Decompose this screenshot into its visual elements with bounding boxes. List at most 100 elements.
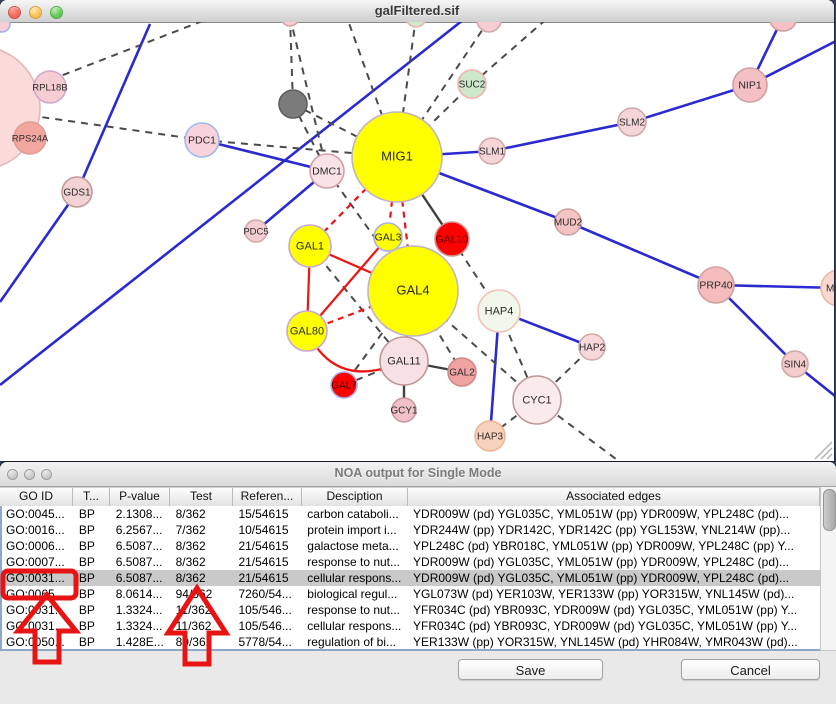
node-label: GAL3	[375, 232, 402, 244]
node-hap2[interactable]: HAP2	[579, 334, 606, 360]
table-cell: 21/54615	[234, 570, 303, 586]
table-cell: BP	[75, 618, 112, 634]
table-cell: 105/546...	[234, 602, 303, 618]
node-gal80[interactable]: GAL80	[287, 311, 327, 351]
node-msl5[interactable]: MSL5	[821, 270, 834, 306]
table-row[interactable]: GO:0006...BP6.5087...8/36221/54615galact…	[2, 538, 820, 554]
table-row[interactable]: GO:0045...BP2.1308...8/36215/54615carbon…	[2, 506, 820, 522]
edge-pp[interactable]	[492, 122, 632, 151]
table-cell: protein import i...	[303, 522, 409, 538]
table-cell: 7/362	[172, 522, 235, 538]
node-slm1[interactable]: SLM1	[479, 138, 506, 164]
table-cell: 8/362	[172, 554, 235, 570]
node-gcy1[interactable]: GCY1	[390, 398, 418, 422]
table-cell: BP	[75, 602, 112, 618]
node-pdc1[interactable]: PDC1	[185, 123, 219, 157]
node-gal11[interactable]: GAL11	[380, 337, 428, 385]
node-gal10[interactable]: GAL10	[435, 222, 469, 256]
node-cyc1[interactable]: CYC1	[513, 376, 561, 424]
network-canvas[interactable]: RPL18BRPS24AGDS1PDC1PDC5MIG1SUC2SLM1DMC1…	[0, 22, 834, 461]
results-table-body: GO:0045...BP2.1308...8/36215/54615carbon…	[0, 506, 820, 651]
table-cell: cellular respons...	[303, 618, 409, 634]
table-cell: GO:0031...	[2, 602, 75, 618]
table-cell: 11/362	[172, 618, 235, 634]
node-nip1[interactable]: NIP1	[733, 68, 767, 102]
edge-pp[interactable]	[568, 222, 716, 285]
cancel-button[interactable]: Cancel	[681, 659, 820, 680]
edge-pp[interactable]	[202, 140, 327, 171]
node-label: GDS1	[63, 188, 91, 199]
table-row[interactable]: GO:0031...BP1.3324...11/362105/546...cel…	[2, 618, 820, 634]
noa-window-title: NOA output for Single Mode	[0, 466, 836, 480]
table-cell: BP	[75, 570, 112, 586]
table-cell: YDR009W (pd) YGL035C, YML051W (pp) YDR00…	[409, 506, 820, 522]
node-label: SLM2	[619, 118, 646, 129]
node-sin4[interactable]: SIN4	[782, 351, 808, 377]
column-header-referen-[interactable]: Referen...	[233, 488, 302, 506]
table-row-selected[interactable]: GO:0031...BP6.5087...8/36221/54615cellul…	[2, 570, 820, 586]
table-cell: 1.428E...	[112, 634, 172, 650]
node-top-sliver-2[interactable]	[477, 22, 501, 32]
edge-pp[interactable]	[77, 24, 150, 192]
edge-pp[interactable]	[632, 85, 750, 122]
node-prp40[interactable]: PRP40	[698, 267, 734, 303]
table-cell: BP	[75, 538, 112, 554]
table-cell: GO:0031...	[2, 570, 75, 586]
table-cell: 5778/54...	[234, 634, 303, 650]
table-scrollbar-thumb[interactable]	[823, 489, 836, 531]
column-header-desciption[interactable]: Desciption	[302, 488, 408, 506]
node-label: NIP1	[738, 80, 762, 92]
table-cell: 11/362	[172, 602, 235, 618]
table-cell: 21/54615	[234, 554, 303, 570]
column-header-go-id[interactable]: GO ID	[0, 488, 73, 506]
node-label: GAL80	[290, 326, 324, 338]
table-cell: 105/546...	[234, 618, 303, 634]
node-top-sliver-1[interactable]	[281, 22, 299, 26]
column-header-t-[interactable]: T...	[73, 488, 110, 506]
network-window-titlebar[interactable]: galFiltered.sif	[0, 0, 834, 23]
table-cell: 15/54615	[234, 506, 303, 522]
node-gal7[interactable]: GAL7	[331, 372, 357, 398]
node-hap3[interactable]: HAP3	[475, 421, 505, 451]
column-header-p-value[interactable]: P-value	[110, 488, 170, 506]
column-header-test[interactable]: Test	[170, 488, 233, 506]
column-header-associated-edges[interactable]: Associated edges	[408, 488, 820, 506]
table-row[interactable]: GO:0007...BP6.5087...8/36221/54615respon…	[2, 554, 820, 570]
table-cell: BP	[75, 506, 112, 522]
table-cell: YDR009W (pd) YGL035C, YML051W (pp) YDR00…	[409, 570, 820, 586]
save-button[interactable]: Save	[458, 659, 603, 680]
node-pdc5[interactable]: PDC5	[243, 220, 268, 242]
node-hap4[interactable]: HAP4	[478, 290, 520, 332]
table-cell: carbon cataboli...	[303, 506, 409, 522]
table-row[interactable]: GO:0031...BP1.3324...11/362105/546...res…	[2, 602, 820, 618]
node-top-sliver-green[interactable]	[406, 22, 426, 27]
resize-grip-icon[interactable]	[809, 436, 833, 460]
node-gal2[interactable]: GAL2	[448, 358, 476, 386]
table-cell: 6.5087...	[112, 538, 172, 554]
node-gds1[interactable]: GDS1	[62, 177, 92, 207]
table-cell: YDR244W (pp) YDR142C, YDR142C (pp) YGL15…	[409, 522, 820, 538]
node-corner-tl[interactable]	[0, 22, 10, 32]
node-gray-node[interactable]	[279, 90, 307, 118]
edge-pp[interactable]	[0, 192, 77, 302]
node-rpl18b[interactable]: RPL18B	[32, 71, 67, 103]
node-mud2[interactable]: MUD2	[554, 209, 583, 235]
node-gal1[interactable]: GAL1	[289, 225, 331, 267]
table-scrollbar[interactable]	[820, 487, 836, 651]
noa-output-window: NOA output for Single Mode GO IDT...P-va…	[0, 462, 836, 704]
node-suc2[interactable]: SUC2	[458, 70, 486, 98]
table-row[interactable]: GO:0065...BP8.0614...94/3627260/54...bio…	[2, 586, 820, 602]
node-gal3[interactable]: GAL3	[374, 223, 402, 251]
node-label: SUC2	[459, 80, 486, 91]
node-dmc1[interactable]: DMC1	[310, 154, 344, 188]
node-slm2[interactable]: SLM2	[618, 108, 646, 136]
table-cell: 6.5087...	[112, 570, 172, 586]
table-row[interactable]: GO:0050...BP1.428E...80/3625778/54...reg…	[2, 634, 820, 650]
node-top-right[interactable]	[769, 22, 797, 31]
table-row[interactable]: GO:0016...BP6.2567...7/36210/54615protei…	[2, 522, 820, 538]
table-cell: response to nut...	[303, 554, 409, 570]
noa-window-titlebar[interactable]: NOA output for Single Mode	[0, 462, 836, 487]
table-cell: 94/362	[172, 586, 235, 602]
node-mig1[interactable]: MIG1	[352, 112, 442, 202]
node-gal4[interactable]: GAL4	[368, 246, 458, 336]
